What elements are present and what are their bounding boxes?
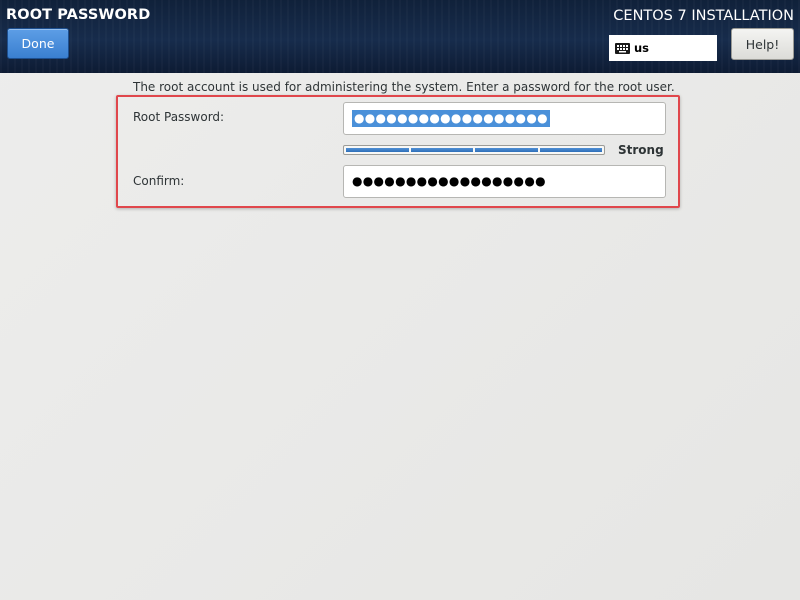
confirm-password-input[interactable]: ●●●●●●●●●●●●●●●●●●	[343, 165, 666, 198]
screen-title: ROOT PASSWORD	[6, 7, 151, 23]
confirm-label: Confirm:	[133, 174, 185, 188]
header-bar: ROOT PASSWORD Done CENTOS 7 INSTALLATION…	[0, 0, 800, 73]
confirm-password-value: ●●●●●●●●●●●●●●●●●●	[352, 174, 546, 188]
intro-text: The root account is used for administeri…	[133, 80, 675, 94]
done-button[interactable]: Done	[7, 28, 69, 59]
product-title: CENTOS 7 INSTALLATION	[613, 8, 794, 24]
password-strength-meter	[343, 145, 605, 155]
strength-segment	[475, 148, 538, 152]
root-password-value: ●●●●●●●●●●●●●●●●●●	[352, 110, 550, 127]
keyboard-icon	[615, 42, 630, 54]
root-password-screen: ROOT PASSWORD Done CENTOS 7 INSTALLATION…	[0, 0, 800, 600]
strength-segment	[410, 148, 473, 152]
strength-segment	[346, 148, 409, 152]
strength-label: Strong	[618, 143, 664, 157]
root-password-label: Root Password:	[133, 110, 225, 124]
keyboard-layout-code: us	[634, 41, 650, 55]
help-button[interactable]: Help!	[731, 28, 794, 60]
root-password-input[interactable]: ●●●●●●●●●●●●●●●●●●	[343, 102, 666, 135]
strength-segment	[539, 148, 602, 152]
keyboard-layout-indicator[interactable]: us	[609, 35, 717, 61]
